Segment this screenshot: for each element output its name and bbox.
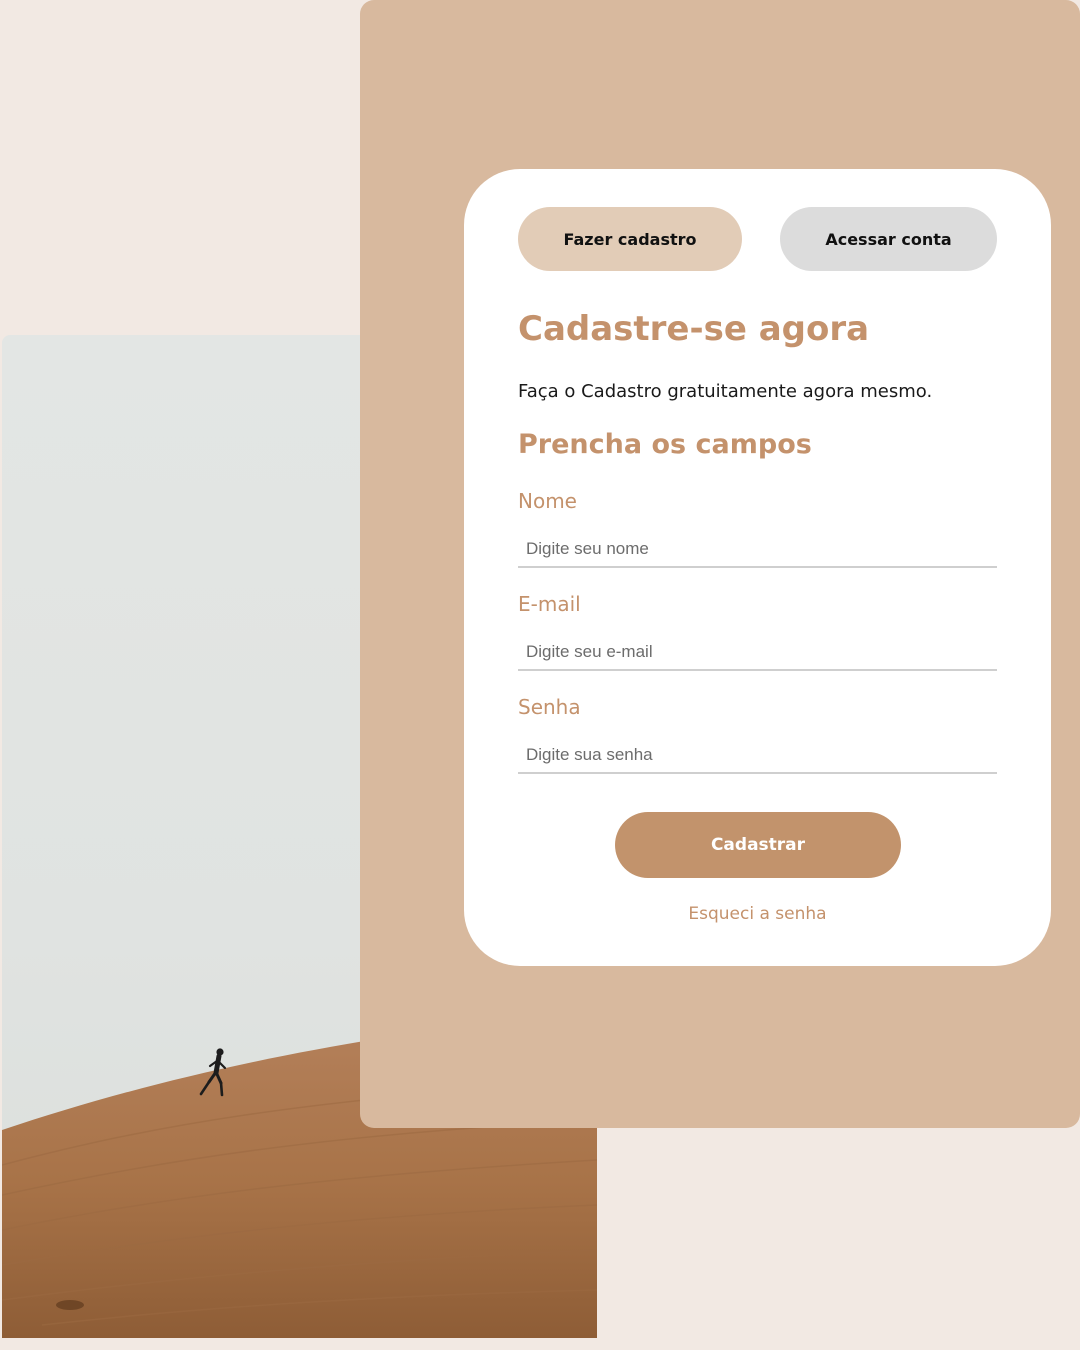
- page-title: Cadastre-se agora: [518, 309, 870, 349]
- page-subtitle: Faça o Cadastro gratuitamente agora mesm…: [518, 381, 933, 402]
- tab-login[interactable]: Acessar conta: [780, 207, 997, 271]
- email-label: E-mail: [518, 592, 581, 616]
- password-label: Senha: [518, 695, 581, 719]
- submit-button[interactable]: Cadastrar: [615, 812, 901, 878]
- name-input[interactable]: [518, 532, 997, 568]
- tab-signup[interactable]: Fazer cadastro: [518, 207, 742, 271]
- name-label: Nome: [518, 489, 577, 513]
- forgot-password-link[interactable]: Esqueci a senha: [464, 904, 1051, 924]
- signup-card: Fazer cadastro Acessar conta Cadastre-se…: [464, 169, 1051, 966]
- email-input[interactable]: [518, 635, 997, 671]
- section-title: Prencha os campos: [518, 429, 812, 460]
- password-input[interactable]: [518, 738, 997, 774]
